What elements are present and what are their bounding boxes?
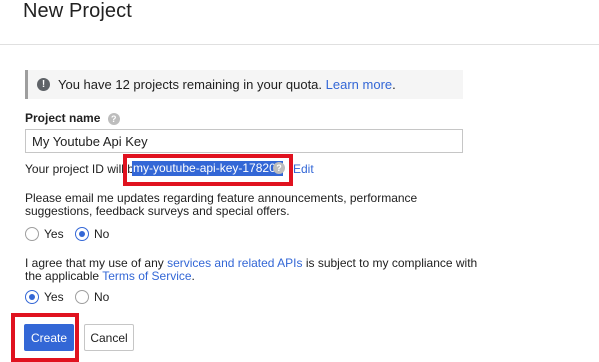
terms-yes-radio[interactable] — [25, 290, 39, 304]
email-yes-radio[interactable] — [25, 227, 39, 241]
annotation-highlight-box — [11, 313, 79, 362]
header-divider — [0, 44, 599, 45]
terms-agreement-text: I agree that my use of any services and … — [25, 256, 478, 283]
info-icon: ! — [37, 78, 50, 91]
terms-yes-label[interactable]: Yes — [44, 290, 64, 304]
learn-more-link[interactable]: Learn more — [326, 77, 392, 92]
email-no-label[interactable]: No — [94, 227, 109, 241]
terms-no-radio[interactable] — [75, 290, 89, 304]
terms-no-label[interactable]: No — [94, 290, 109, 304]
page-title: New Project — [23, 0, 132, 22]
quota-message: You have 12 projects remaining in your q… — [58, 77, 396, 92]
project-name-input[interactable] — [25, 129, 463, 153]
email-no-radio[interactable] — [75, 227, 89, 241]
project-name-label: Project name ? — [25, 111, 120, 125]
terms-of-service-link[interactable]: Terms of Service — [102, 269, 191, 283]
email-updates-question: Please email me updates regarding featur… — [25, 191, 418, 218]
annotation-highlight-box — [123, 154, 293, 186]
cancel-button[interactable]: Cancel — [84, 324, 134, 351]
email-yes-label[interactable]: Yes — [44, 227, 64, 241]
edit-project-id-link[interactable]: Edit — [293, 162, 314, 176]
help-icon[interactable]: ? — [107, 112, 120, 125]
services-apis-link[interactable]: services and related APIs — [167, 256, 302, 270]
quota-info-banner: ! You have 12 projects remaining in your… — [25, 70, 463, 99]
